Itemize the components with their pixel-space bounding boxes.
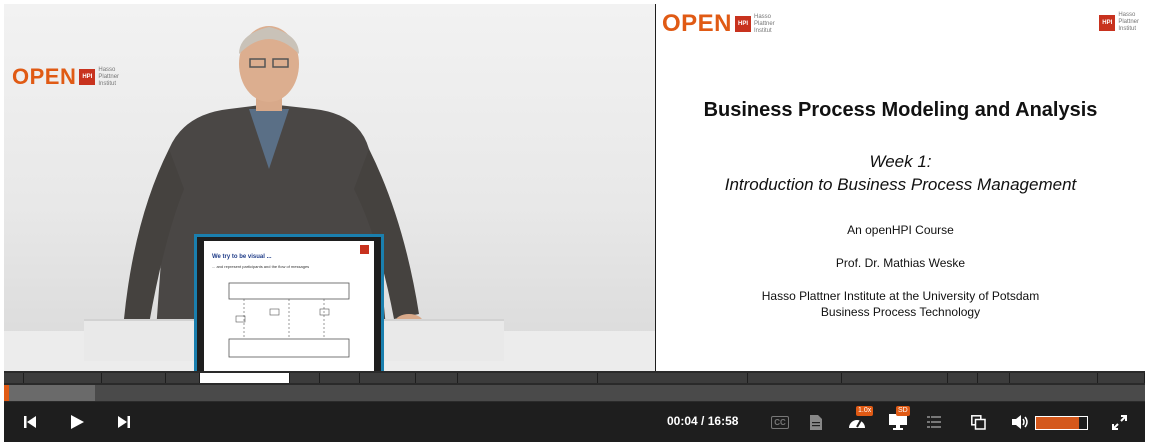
fullscreen-icon [1111, 414, 1127, 430]
time-separator: / [697, 414, 708, 428]
progress-bar[interactable] [4, 385, 1145, 401]
openhpi-logo-word: OPEN [662, 10, 733, 37]
previous-button[interactable] [18, 402, 42, 442]
quality-icon [889, 414, 907, 430]
cc-icon: CC [771, 415, 789, 429]
speed-button[interactable]: 1.0x [840, 402, 874, 442]
slide-professor: Prof. Dr. Mathias Weske [835, 256, 966, 270]
transcript-icon [810, 414, 822, 430]
chapter-segment[interactable] [290, 373, 320, 383]
slide-week: Week 1: [869, 152, 932, 171]
picture-in-picture-icon [970, 414, 986, 430]
chapter-segment[interactable] [416, 373, 458, 383]
video-player[interactable]: OPEN HPI Hasso Plattner Institut OPEN HP… [4, 4, 1145, 442]
transcript-button[interactable] [806, 402, 826, 442]
preview-diagram [228, 282, 350, 358]
chapter-segment[interactable] [360, 373, 416, 383]
slide-course: An openHPI Course [847, 223, 954, 237]
timeline[interactable] [4, 371, 1145, 402]
chapter-segment-current[interactable] [200, 373, 290, 383]
chapter-markers[interactable] [4, 373, 1145, 383]
openhpi-logo-text: Hasso Plattner Institut [754, 13, 775, 34]
chapter-segment[interactable] [458, 373, 598, 383]
captions-button[interactable]: CC [768, 402, 792, 442]
preview-slide: We try to be visual ... ... and represen… [204, 241, 374, 371]
chapter-segment[interactable] [842, 373, 948, 383]
chapter-segment[interactable] [4, 373, 24, 383]
fullscreen-button[interactable] [1106, 402, 1132, 442]
chapter-segment[interactable] [24, 373, 102, 383]
chapter-segment[interactable] [102, 373, 166, 383]
time-display: 00:04 / 16:58 [667, 414, 738, 428]
buffered-progress [4, 385, 96, 401]
mute-button[interactable] [1008, 402, 1032, 442]
slide-department: Business Process Technology [820, 305, 981, 319]
quality-badge: SD [896, 406, 910, 416]
volume-icon [1011, 415, 1028, 429]
openhpi-logo-badge: HPI [735, 16, 752, 32]
skip-forward-icon [118, 416, 130, 428]
slide-subtitle: Introduction to Business Process Managem… [724, 175, 1077, 194]
played-progress [4, 385, 9, 401]
hpi-logo-text: Hasso Plattner Institut [1118, 12, 1139, 32]
next-button[interactable] [112, 402, 136, 442]
chapter-segment[interactable] [320, 373, 360, 383]
wall-logo-badge: HPI [79, 69, 96, 85]
play-icon [71, 415, 84, 429]
hpi-logo: HPI Hasso Plattner Institut [1099, 12, 1139, 33]
chapters-button[interactable] [922, 402, 946, 442]
volume-level [1036, 417, 1080, 429]
chapter-segment[interactable] [598, 373, 748, 383]
hpi-logo-badge: HPI [1099, 14, 1116, 31]
skip-back-icon [24, 416, 36, 428]
speed-icon [849, 419, 865, 428]
chapter-segment[interactable] [166, 373, 200, 383]
slide-title: Business Process Modeling and Analysis [703, 99, 1098, 121]
chapter-segment[interactable] [748, 373, 842, 383]
quality-button[interactable]: SD [880, 402, 916, 442]
chapter-segment[interactable] [978, 373, 1010, 383]
wall-logo: OPEN HPI Hasso Plattner Institut [12, 64, 119, 90]
chapters-icon [927, 416, 941, 428]
wall-logo-word: OPEN [12, 64, 77, 89]
chapter-segment[interactable] [948, 373, 978, 383]
slide-institute: Hasso Plattner Institute at the Universi… [761, 289, 1040, 303]
speed-badge: 1.0x [856, 406, 874, 416]
picture-in-picture-button[interactable] [966, 402, 990, 442]
time-current: 00:04 [667, 414, 698, 428]
openhpi-logo: OPEN HPI Hasso Plattner Institut [662, 10, 775, 38]
time-total: 16:58 [707, 414, 739, 428]
control-bar: 00:04 / 16:58 CC 1.0x SD [4, 402, 1145, 442]
chapter-segment[interactable] [1098, 373, 1145, 383]
play-button[interactable] [64, 402, 90, 442]
slide-panel: OPEN HPI Hasso Plattner Institut HPI Has… [656, 4, 1145, 371]
volume-slider[interactable] [1035, 416, 1088, 430]
chapter-segment[interactable] [1010, 373, 1098, 383]
